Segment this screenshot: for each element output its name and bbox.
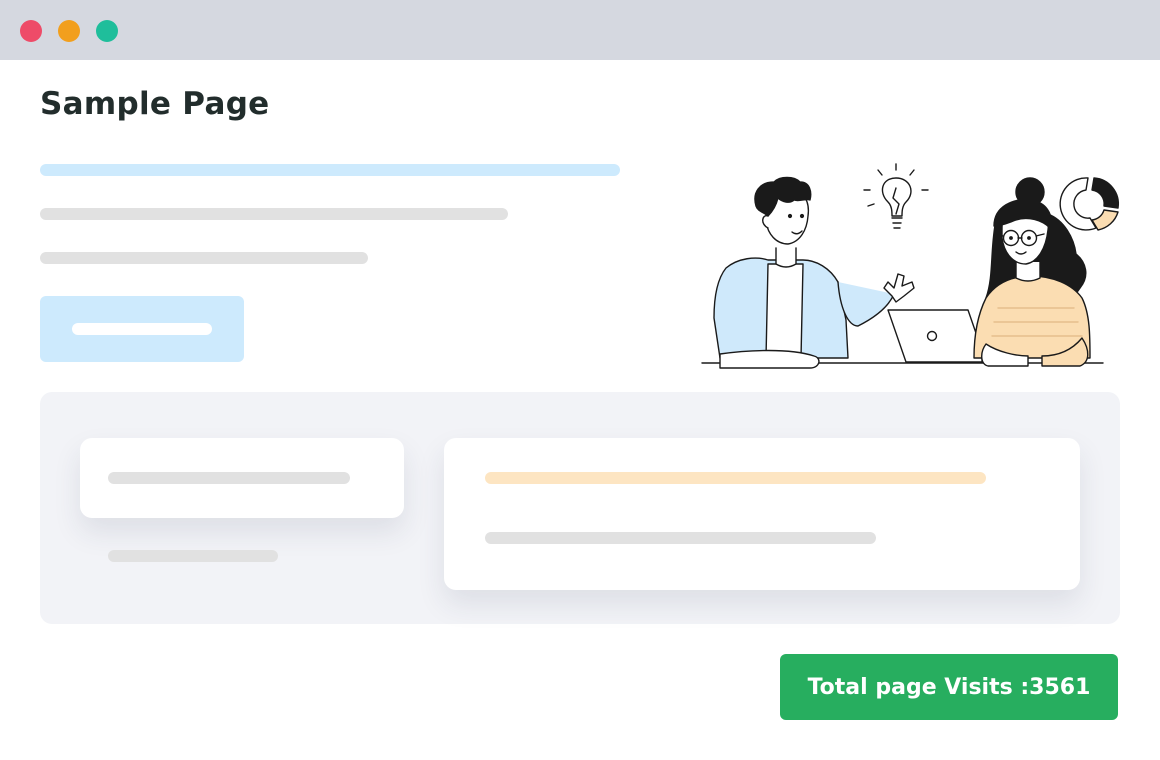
card-placeholder-line-accent [485, 472, 986, 484]
card-placeholder-line [485, 532, 876, 544]
page-title: Sample Page [40, 86, 270, 122]
hero-placeholder-line [40, 208, 508, 220]
window-maximize-button[interactable] [96, 20, 118, 42]
content-panel [40, 392, 1120, 624]
detail-card[interactable] [444, 438, 1080, 590]
hero-cta-label-placeholder [72, 323, 212, 335]
hero-cta-button[interactable] [40, 296, 244, 362]
card-placeholder-line [108, 472, 350, 484]
window-minimize-button[interactable] [58, 20, 80, 42]
panel-caption-placeholder [108, 550, 278, 562]
page-visits-label: Total page Visits : [807, 674, 1030, 700]
window-close-button[interactable] [20, 20, 42, 42]
summary-card[interactable] [80, 438, 404, 518]
lightbulb-icon [863, 163, 929, 229]
man-figure [713, 176, 915, 369]
team-collaboration-illustration [701, 163, 1120, 369]
hero-placeholder-line [40, 252, 368, 264]
page-visits-button[interactable]: Total page Visits : 3561 [780, 654, 1118, 720]
donut-chart-icon [1059, 177, 1120, 231]
window-titlebar [0, 0, 1160, 60]
page-visits-count: 3561 [1029, 674, 1091, 700]
hero-placeholder-line-accent [40, 164, 620, 176]
